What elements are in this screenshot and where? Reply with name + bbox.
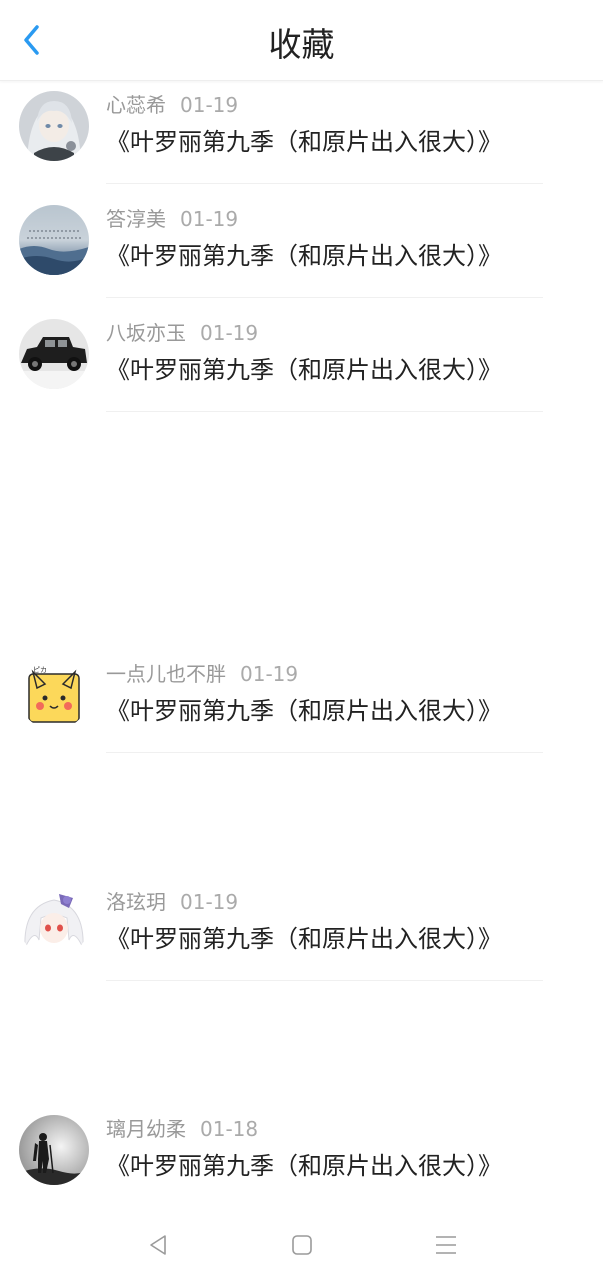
nav-back-button[interactable] [138,1225,178,1265]
item-title[interactable]: 《叶罗丽第九季（和原片出入很大）》 [106,124,502,160]
avatar[interactable] [19,1115,89,1185]
item-date: 01-19 [200,321,259,345]
avatar[interactable] [19,91,89,161]
item-date: 01-19 [180,207,239,231]
item-meta: 洛玹玥 01-19 [106,888,238,916]
avatar[interactable] [19,888,89,958]
item-meta: 璃月幼柔 01-18 [106,1115,258,1143]
avatar[interactable]: ピカ [19,660,89,730]
user-name: 一点儿也不胖 [106,662,226,686]
item-date: 01-19 [240,662,299,686]
list-item[interactable]: 璃月幼柔 01-18 《叶罗丽第九季（和原片出入很大）》 [0,1115,603,1225]
item-meta: 一点儿也不胖 01-19 [106,660,298,688]
user-name: 八坂亦玉 [106,321,186,345]
menu-lines-icon [436,1236,456,1254]
item-meta: 八坂亦玉 01-19 [106,319,258,347]
nav-menu-button[interactable] [426,1225,466,1265]
item-date: 01-19 [180,93,239,117]
divider [106,297,543,298]
list-item[interactable]: 答淳美 01-19 《叶罗丽第九季（和原片出入很大）》 [0,205,603,315]
list-item[interactable]: 洛玹玥 01-19 《叶罗丽第九季（和原片出入很大）》 [0,888,603,998]
triangle-back-icon [150,1235,166,1255]
item-title[interactable]: 《叶罗丽第九季（和原片出入很大）》 [106,352,502,388]
user-name: 心蕊希 [106,93,166,117]
list-item[interactable]: ピカ 一点儿也不胖 01-19 《叶罗丽第九季（和原片出入很大）》 [0,660,603,770]
user-name: 璃月幼柔 [106,1117,186,1141]
item-meta: 答淳美 01-19 [106,205,238,233]
item-meta: 心蕊希 01-19 [106,91,238,119]
svg-text:ピカ: ピカ [33,666,47,674]
divider [106,980,543,981]
item-date: 01-18 [200,1117,259,1141]
system-nav-bar [0,1210,603,1280]
divider [106,411,543,412]
item-title[interactable]: 《叶罗丽第九季（和原片出入很大）》 [106,238,502,274]
divider [106,183,543,184]
item-title[interactable]: 《叶罗丽第九季（和原片出入很大）》 [106,921,502,957]
user-name: 洛玹玥 [106,890,166,914]
avatar[interactable] [19,205,89,275]
user-name: 答淳美 [106,207,166,231]
page-title: 收藏 [268,25,335,64]
item-title[interactable]: 《叶罗丽第九季（和原片出入很大）》 [106,693,502,729]
item-date: 01-19 [180,890,239,914]
divider [106,752,543,753]
square-home-icon [292,1235,312,1255]
app-header: 收藏 [0,0,603,81]
list-item[interactable]: 心蕊希 01-19 《叶罗丽第九季（和原片出入很大）》 [0,91,603,201]
item-title[interactable]: 《叶罗丽第九季（和原片出入很大）》 [106,1148,502,1184]
list-item[interactable]: 八坂亦玉 01-19 《叶罗丽第九季（和原片出入很大）》 [0,319,603,429]
nav-home-button[interactable] [282,1225,322,1265]
avatar[interactable] [19,319,89,389]
